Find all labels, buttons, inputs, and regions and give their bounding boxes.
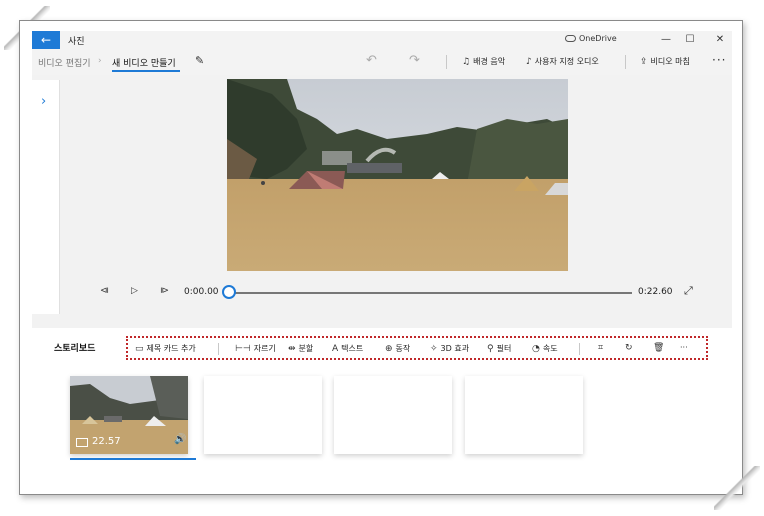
trim-icon: ⊢⊣ [235, 344, 251, 354]
back-button[interactable]: ← [32, 31, 60, 49]
text-button[interactable]: A 텍스트 [332, 343, 363, 354]
speed-button[interactable]: ◔ 속도 [532, 343, 558, 354]
storyboard-clip[interactable]: 22.57 🔊 [70, 376, 188, 454]
text-icon: A [332, 344, 339, 354]
breadcrumb-separator: › [98, 56, 102, 66]
screenshot-frame: ← 사진 OneDrive — ☐ ✕ 비디오 편집기 › 새 비디오 만들기 … [0, 0, 764, 516]
finish-video-label: 비디오 마침 [650, 57, 690, 66]
motion-icon: ⊕ [385, 344, 393, 354]
add-title-card-button[interactable]: ▭ 제목 카드 추가 [135, 343, 196, 354]
seek-track[interactable] [229, 292, 632, 294]
image-card-icon: ▭ [135, 344, 144, 354]
breadcrumb-new-video: 새 비디오 만들기 [112, 59, 176, 69]
video-clip-icon [76, 438, 88, 447]
app-title: 사진 [68, 37, 85, 47]
3d-effects-label: 3D 효과 [440, 344, 470, 353]
video-frame-image [227, 79, 568, 271]
trim-label: 자르기 [253, 344, 276, 353]
custom-audio-button[interactable]: ♪ 사용자 지정 오디오 [526, 56, 599, 67]
chevron-right-icon[interactable]: › [41, 94, 46, 109]
speed-icon: ◔ [532, 344, 540, 354]
split-button[interactable]: ⇹ 분할 [288, 343, 313, 354]
trash-icon: 🗑 [653, 343, 665, 353]
filter-icon: ⚲ [487, 344, 494, 354]
add-title-card-label: 제목 카드 추가 [146, 344, 196, 353]
current-time: 0:00.00 [184, 287, 219, 297]
play-button[interactable]: ▷ [131, 286, 138, 296]
custom-audio-label: 사용자 지정 오디오 [534, 57, 599, 66]
storyboard-title: 스토리보드 [54, 344, 96, 354]
fullscreen-icon[interactable]: ⤢ [684, 284, 693, 298]
filters-label: 필터 [496, 344, 512, 353]
undo-icon[interactable]: ↶ [366, 53, 377, 68]
next-frame-button[interactable]: ⧐ [160, 286, 169, 296]
person-audio-icon: ♪ [526, 57, 532, 67]
photos-app-window: ← 사진 OneDrive — ☐ ✕ 비디오 편집기 › 새 비디오 만들기 … [32, 31, 732, 486]
project-library-panel: › [32, 80, 60, 314]
trim-button[interactable]: ⊢⊣ 자르기 [235, 343, 276, 354]
breadcrumb-video-editor[interactable]: 비디오 편집기 [38, 56, 91, 69]
close-button[interactable]: ✕ [708, 31, 732, 49]
video-preview [227, 79, 568, 271]
volume-icon[interactable]: 🔊 [174, 434, 186, 445]
more-options-button[interactable]: ··· [712, 53, 726, 67]
title-bar: ← 사진 OneDrive — ☐ ✕ [32, 31, 732, 49]
selected-clip-underline [70, 458, 196, 460]
empty-clip-slot[interactable] [334, 376, 452, 454]
storyboard-more-button[interactable]: ··· [680, 343, 688, 352]
rotate-icon: ↻ [625, 343, 633, 353]
rename-pencil-icon[interactable]: ✎ [195, 54, 204, 67]
background-music-button[interactable]: ♫ 배경 음악 [462, 56, 505, 67]
onedrive-label: OneDrive [579, 34, 617, 43]
previous-frame-button[interactable]: ⧏ [100, 286, 109, 296]
music-note-icon: ♫ [462, 57, 471, 67]
finish-video-button[interactable]: ⇪ 비디오 마침 [640, 56, 690, 67]
command-divider-2 [625, 55, 626, 69]
empty-clip-slot[interactable] [465, 376, 583, 454]
cloud-icon [565, 35, 576, 42]
resize-icon: ⌗ [598, 343, 604, 353]
rotate-button[interactable]: ↻ [625, 343, 636, 353]
maximize-button[interactable]: ☐ [678, 31, 702, 49]
speed-label: 속도 [542, 344, 558, 353]
background-music-label: 배경 음악 [473, 57, 506, 66]
redo-icon[interactable]: ↷ [409, 53, 420, 68]
3d-effects-icon: ✧ [430, 344, 438, 354]
text-label: 텍스트 [341, 344, 364, 353]
breadcrumb-underline [112, 70, 180, 72]
command-bar: 비디오 편집기 › 새 비디오 만들기 ✎ ↶ ↷ ♫ 배경 음악 ♪ 사용자 지정… [32, 49, 732, 75]
preview-pane: › ⧏ ▷ ⧐ 0:00.00 0:22.60 ⤢ [32, 75, 732, 328]
motion-label: 동작 [395, 344, 411, 353]
clip-duration: 22.57 [92, 436, 121, 447]
delete-button[interactable]: 🗑 [653, 343, 667, 353]
onedrive-button[interactable]: OneDrive [565, 34, 617, 43]
split-icon: ⇹ [288, 344, 296, 354]
toolbar-separator-2 [579, 343, 580, 355]
command-divider [446, 55, 447, 69]
storyboard-toolbar: ▭ 제목 카드 추가 ⊢⊣ 자르기 ⇹ 분할 A 텍스트 ⊕ 동작 ✧ 3D 효과 ⚲ 필터 … [126, 336, 708, 360]
3d-effects-button[interactable]: ✧ 3D 효과 [430, 343, 469, 354]
resize-button[interactable]: ⌗ [598, 343, 606, 353]
toolbar-separator [218, 343, 219, 355]
seek-thumb[interactable] [222, 285, 236, 299]
total-time: 0:22.60 [638, 287, 673, 297]
filters-button[interactable]: ⚲ 필터 [487, 343, 511, 354]
minimize-button[interactable]: — [654, 31, 678, 49]
share-icon: ⇪ [640, 57, 648, 67]
split-label: 분할 [298, 344, 314, 353]
motion-button[interactable]: ⊕ 동작 [385, 343, 410, 354]
empty-clip-slot[interactable] [204, 376, 322, 454]
